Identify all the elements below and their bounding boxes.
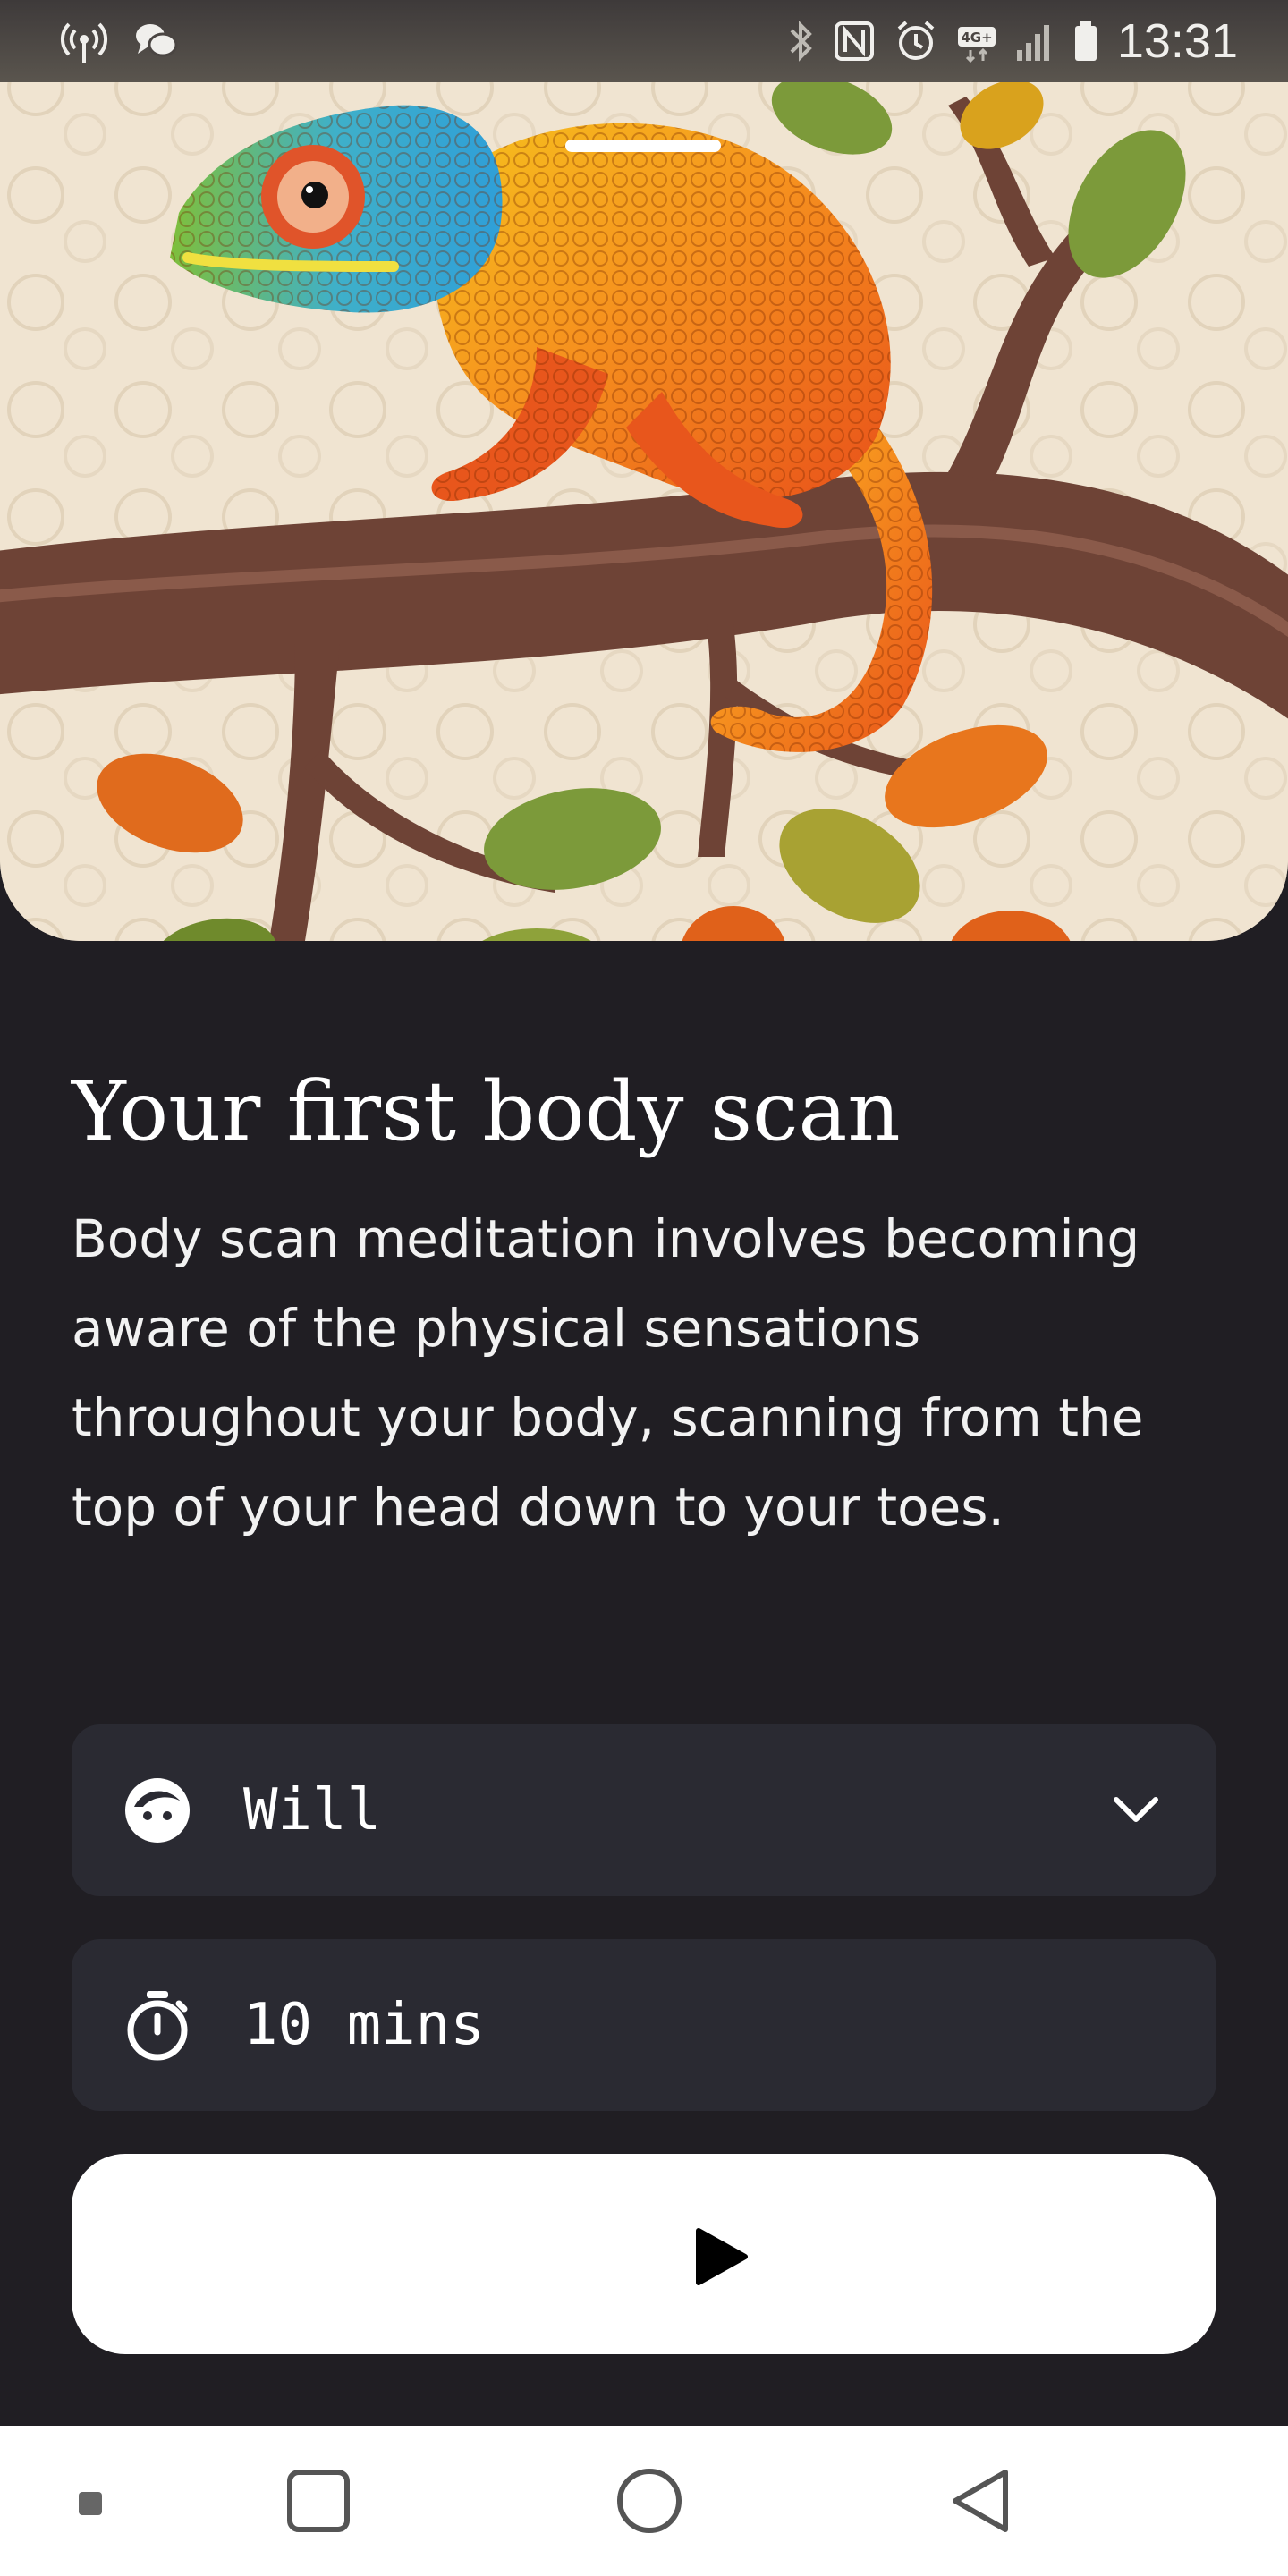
status-bar: 4G+ 13:31 — [0, 0, 1288, 82]
home-circle-icon[interactable] — [615, 2467, 683, 2538]
hotspot-icon — [59, 16, 109, 66]
session-title: Your first body scan — [72, 1063, 901, 1159]
stopwatch-icon — [122, 1989, 193, 2061]
voice-name: Will — [243, 1777, 382, 1843]
signal-icon — [1015, 16, 1055, 66]
sheet-drag-handle[interactable] — [565, 140, 721, 152]
status-time: 13:31 — [1116, 14, 1238, 68]
session-description: Body scan meditation involves becoming a… — [72, 1208, 1144, 1538]
overview-square-icon[interactable] — [286, 2469, 351, 2537]
face-icon — [122, 1775, 193, 1846]
play-icon — [693, 2227, 750, 2286]
duration-display: 10 mins — [72, 1939, 1216, 2111]
voice-selector[interactable]: Will — [72, 1724, 1216, 1896]
system-navigation-bar — [0, 2426, 1288, 2576]
play-button[interactable] — [72, 2154, 1216, 2354]
alarm-icon — [894, 16, 938, 66]
back-triangle-icon[interactable] — [948, 2467, 1013, 2538]
battery-icon — [1072, 16, 1099, 66]
svg-text:4G+: 4G+ — [961, 30, 992, 46]
recents-dot-icon[interactable] — [79, 2492, 102, 2519]
nfc-icon — [833, 16, 876, 66]
chameleon-illustration — [0, 52, 1288, 941]
network-4g-icon: 4G+ — [956, 16, 997, 66]
chevron-down-icon[interactable] — [1111, 1787, 1161, 1834]
messenger-bubbles-icon — [131, 16, 181, 66]
bluetooth-icon — [788, 16, 815, 66]
duration-value: 10 mins — [243, 1992, 485, 2058]
hero-image — [0, 52, 1288, 941]
